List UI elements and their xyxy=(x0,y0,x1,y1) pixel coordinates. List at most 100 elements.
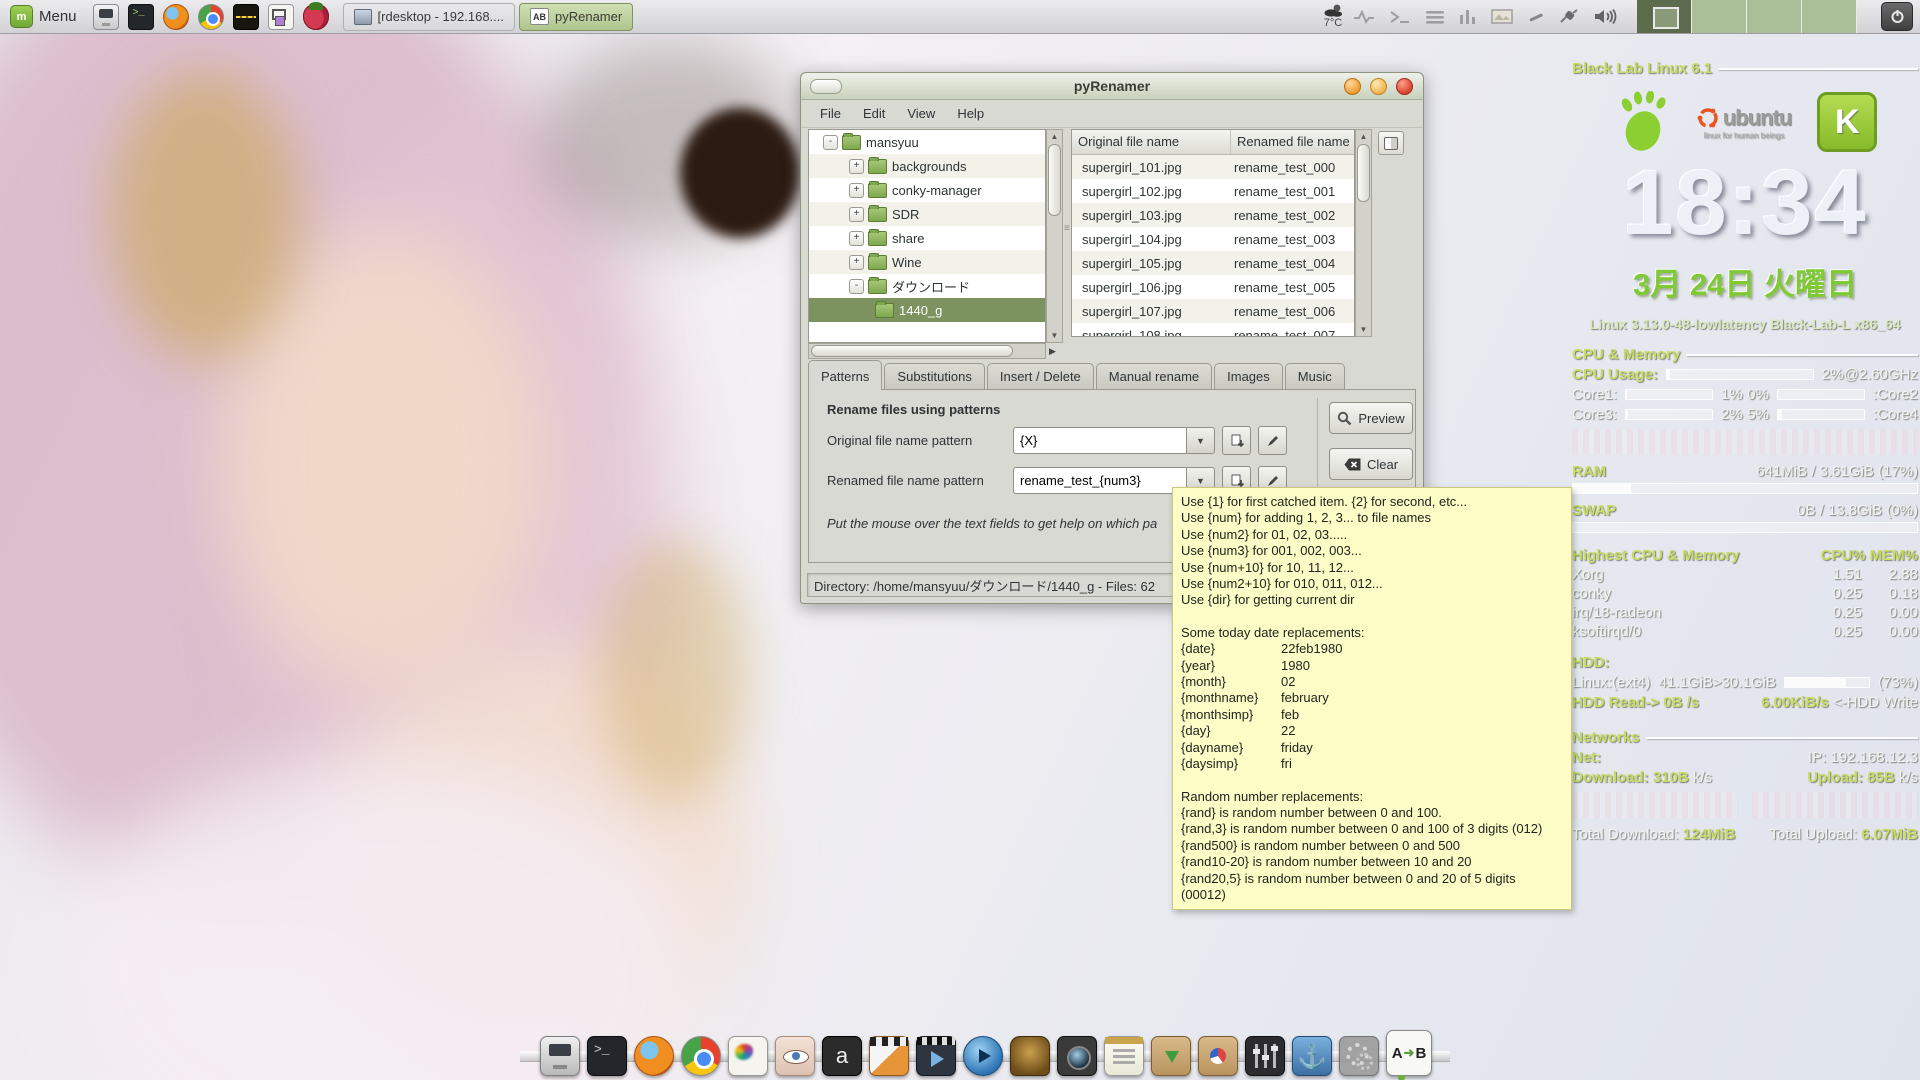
file-row[interactable]: supergirl_103.jpgrename_test_002 xyxy=(1072,203,1354,227)
tree-item-conky-manager[interactable]: +conky-manager xyxy=(809,178,1045,202)
list-vertical-scrollbar[interactable]: ▲ ▼ xyxy=(1355,129,1372,337)
original-pattern-input[interactable] xyxy=(1013,427,1187,454)
column-original[interactable]: Original file name xyxy=(1072,130,1231,154)
pyrenamer-ab-icon[interactable]: A➜B xyxy=(1386,1030,1432,1076)
maximize-button[interactable] xyxy=(1370,78,1387,95)
workspace-3[interactable] xyxy=(1747,0,1802,33)
menu-view[interactable]: View xyxy=(896,102,946,125)
camera-lens-icon[interactable] xyxy=(1057,1036,1097,1076)
tree-item-backgrounds[interactable]: +backgrounds xyxy=(809,154,1045,178)
tab-substitutions[interactable]: Substitutions xyxy=(884,363,984,390)
file-row[interactable]: supergirl_101.jpgrename_test_000 xyxy=(1072,155,1354,179)
tab-manual-rename[interactable]: Manual rename xyxy=(1096,363,1212,390)
file-row[interactable]: supergirl_108.jpgrename_test_007 xyxy=(1072,323,1354,337)
tree-item-downloads[interactable]: -ダウンロード xyxy=(809,274,1045,298)
insert-pattern-button[interactable] xyxy=(1222,426,1251,455)
chrome-icon[interactable] xyxy=(681,1036,721,1076)
scroll-right-icon[interactable]: ▶ xyxy=(1049,346,1056,357)
expand-icon[interactable]: + xyxy=(849,255,864,270)
display-icon[interactable] xyxy=(540,1036,580,1076)
tree-item-share[interactable]: +share xyxy=(809,226,1045,250)
stylus-icon[interactable] xyxy=(1527,9,1545,25)
file-row[interactable]: supergirl_102.jpgrename_test_001 xyxy=(1072,179,1354,203)
oscilloscope-icon[interactable] xyxy=(233,4,259,30)
hamburger-icon[interactable] xyxy=(1425,10,1445,24)
tab-images[interactable]: Images xyxy=(1214,363,1283,390)
titlebar[interactable]: pyRenamer xyxy=(801,73,1423,100)
chevron-down-icon[interactable]: ▼ xyxy=(1187,427,1215,454)
scrollbar-thumb[interactable] xyxy=(1357,144,1370,202)
file-row[interactable]: supergirl_106.jpgrename_test_005 xyxy=(1072,275,1354,299)
workspace-2[interactable] xyxy=(1692,0,1747,33)
audio-mixer-icon[interactable] xyxy=(1245,1036,1285,1076)
video-player-icon[interactable] xyxy=(916,1036,956,1076)
firefox-icon[interactable] xyxy=(634,1036,674,1076)
chrome-icon[interactable] xyxy=(198,4,224,30)
prompt-icon[interactable] xyxy=(1389,10,1411,24)
expand-icon[interactable]: + xyxy=(849,231,864,246)
list-options-button[interactable] xyxy=(1378,131,1404,155)
terminal-icon[interactable] xyxy=(128,4,154,30)
expand-icon[interactable]: + xyxy=(849,183,864,198)
menu-file[interactable]: File xyxy=(809,102,852,125)
file-row[interactable]: supergirl_104.jpgrename_test_003 xyxy=(1072,227,1354,251)
package-stats-icon[interactable] xyxy=(1198,1036,1238,1076)
menu-help[interactable]: Help xyxy=(946,102,995,125)
terminal-icon[interactable] xyxy=(587,1036,627,1076)
tab-patterns[interactable]: Patterns xyxy=(808,360,882,390)
workspace-1[interactable] xyxy=(1637,0,1692,33)
tab-insert-delete[interactable]: Insert / Delete xyxy=(987,363,1094,390)
tree-item-1440g-selected[interactable]: 1440_g xyxy=(809,298,1045,322)
scroll-up-icon[interactable]: ▲ xyxy=(1356,132,1371,141)
menu-edit[interactable]: Edit xyxy=(852,102,896,125)
minimize-button[interactable] xyxy=(1344,78,1361,95)
tree-item-mansyuu[interactable]: -mansyuu xyxy=(809,130,1045,154)
package-installer-icon[interactable] xyxy=(1151,1036,1191,1076)
folder-tree[interactable]: -mansyuu +backgrounds +conky-manager +SD… xyxy=(808,129,1046,343)
tab-music[interactable]: Music xyxy=(1285,363,1345,390)
connector-icon[interactable] xyxy=(1559,9,1579,25)
close-button[interactable] xyxy=(1396,78,1413,95)
equalizer-bars-icon[interactable] xyxy=(1459,9,1477,24)
pane-splitter[interactable]: ≡ xyxy=(1064,223,1070,234)
expand-icon[interactable]: + xyxy=(849,159,864,174)
gears-icon[interactable] xyxy=(1339,1036,1379,1076)
signal-tool-icon[interactable] xyxy=(268,4,294,30)
file-row[interactable]: supergirl_105.jpgrename_test_004 xyxy=(1072,251,1354,275)
anchor-icon[interactable]: ⚓ xyxy=(1292,1036,1332,1076)
pulse-icon[interactable] xyxy=(1353,10,1375,24)
weather-indicator[interactable]: 7°C xyxy=(1323,4,1343,29)
video-editor-clapper-icon[interactable] xyxy=(869,1036,909,1076)
column-renamed[interactable]: Renamed file name xyxy=(1231,130,1355,154)
window-button-pyrenamer[interactable]: AB pyRenamer xyxy=(519,3,633,31)
window-button-rdesktop[interactable]: [rdesktop - 192.168.... xyxy=(343,3,515,31)
tree-item-sdr[interactable]: +SDR xyxy=(809,202,1045,226)
firefox-icon[interactable] xyxy=(163,4,189,30)
power-button[interactable] xyxy=(1881,2,1913,31)
display-icon[interactable] xyxy=(93,4,119,30)
scroll-down-icon[interactable]: ▼ xyxy=(1047,331,1062,340)
tree-vertical-scrollbar[interactable]: ▲ ▼ xyxy=(1046,129,1063,343)
amazon-icon[interactable]: a xyxy=(822,1036,862,1076)
volume-icon[interactable] xyxy=(1593,8,1617,25)
picture-icon[interactable] xyxy=(1491,9,1513,24)
image-viewer-eye-icon[interactable] xyxy=(775,1036,815,1076)
movie-player-icon[interactable] xyxy=(963,1036,1003,1076)
renamed-pattern-input[interactable] xyxy=(1013,467,1187,494)
edit-pattern-button[interactable] xyxy=(1258,426,1287,455)
clear-button[interactable]: Clear xyxy=(1329,448,1413,480)
notes-icon[interactable] xyxy=(1104,1036,1144,1076)
preview-button[interactable]: Preview xyxy=(1329,402,1413,434)
scroll-up-icon[interactable]: ▲ xyxy=(1047,132,1062,141)
expand-icon[interactable]: + xyxy=(849,207,864,222)
tree-item-wine[interactable]: +Wine xyxy=(809,250,1045,274)
scrollbar-thumb[interactable] xyxy=(811,345,1013,357)
collapse-icon[interactable]: - xyxy=(823,135,838,150)
graphics-paint-icon[interactable] xyxy=(728,1036,768,1076)
collapse-icon[interactable]: - xyxy=(849,279,864,294)
menu-button[interactable]: m Menu xyxy=(0,0,87,33)
tree-horizontal-scrollbar[interactable] xyxy=(808,343,1046,359)
workspace-4[interactable] xyxy=(1802,0,1857,33)
file-row[interactable]: supergirl_107.jpgrename_test_006 xyxy=(1072,299,1354,323)
scrollbar-thumb[interactable] xyxy=(1048,144,1061,216)
